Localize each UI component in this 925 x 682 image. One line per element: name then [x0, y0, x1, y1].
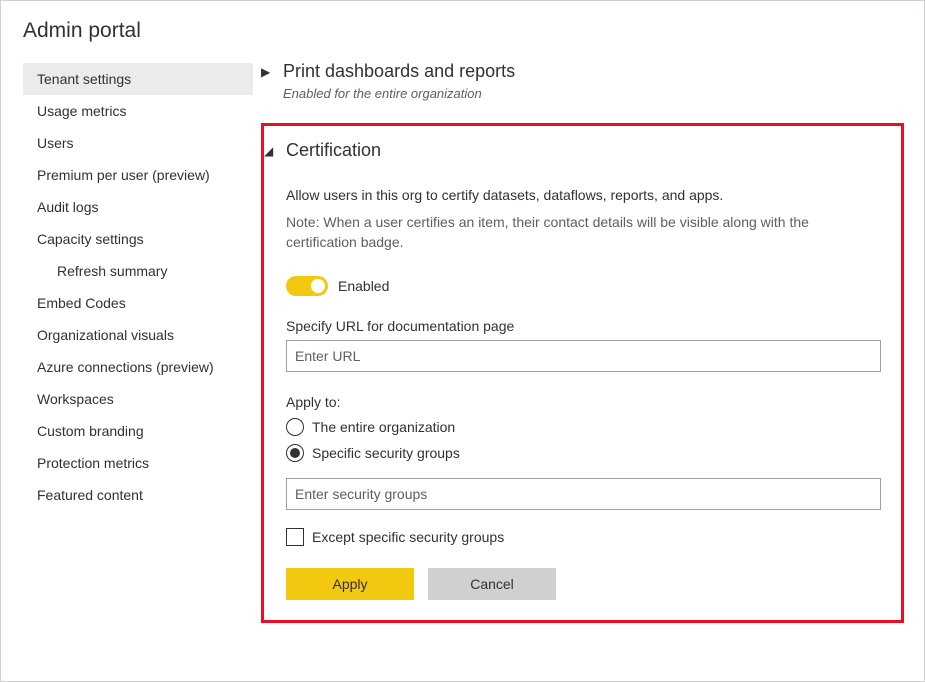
- radio-icon: [286, 418, 304, 436]
- enabled-toggle-row: Enabled: [286, 276, 881, 296]
- cancel-button[interactable]: Cancel: [428, 568, 556, 600]
- security-groups-field-group: [286, 478, 881, 510]
- print-section-header[interactable]: ▶ Print dashboards and reports: [261, 57, 904, 86]
- sidebar-item-custom-branding[interactable]: Custom branding: [23, 415, 253, 447]
- sidebar-item-workspaces[interactable]: Workspaces: [23, 383, 253, 415]
- radio-icon-selected: [286, 444, 304, 462]
- print-section: ▶ Print dashboards and reports Enabled f…: [261, 57, 904, 109]
- apply-to-label: Apply to:: [286, 394, 881, 410]
- apply-button[interactable]: Apply: [286, 568, 414, 600]
- toggle-knob: [311, 279, 325, 293]
- radio-specific-label: Specific security groups: [312, 445, 460, 461]
- sidebar-item-usage-metrics[interactable]: Usage metrics: [23, 95, 253, 127]
- print-section-title: Print dashboards and reports: [283, 61, 515, 82]
- checkbox-icon: [286, 528, 304, 546]
- caret-right-icon: ▶: [261, 65, 273, 79]
- admin-portal-page: Admin portal Tenant settings Usage metri…: [0, 0, 925, 682]
- certification-section: ◢ Certification Allow users in this org …: [264, 136, 881, 600]
- certification-description: Allow users in this org to certify datas…: [286, 187, 881, 203]
- certification-note: Note: When a user certifies an item, the…: [286, 213, 881, 252]
- sidebar-item-capacity-settings[interactable]: Capacity settings: [23, 223, 253, 255]
- documentation-url-input[interactable]: [286, 340, 881, 372]
- certification-header[interactable]: ◢ Certification: [264, 136, 881, 165]
- security-groups-input[interactable]: [286, 478, 881, 510]
- enabled-toggle-label: Enabled: [338, 278, 389, 294]
- except-groups-label: Except specific security groups: [312, 529, 504, 545]
- enabled-toggle[interactable]: [286, 276, 328, 296]
- radio-entire-label: The entire organization: [312, 419, 455, 435]
- certification-section-highlight: ◢ Certification Allow users in this org …: [261, 123, 904, 623]
- sidebar-item-featured-content[interactable]: Featured content: [23, 479, 253, 511]
- sidebar-item-refresh-summary[interactable]: Refresh summary: [23, 255, 253, 287]
- button-row: Apply Cancel: [286, 568, 881, 600]
- except-groups-checkbox-row[interactable]: Except specific security groups: [286, 528, 881, 546]
- sidebar-item-azure-connections[interactable]: Azure connections (preview): [23, 351, 253, 383]
- sidebar-item-embed-codes[interactable]: Embed Codes: [23, 287, 253, 319]
- sidebar-item-protection-metrics[interactable]: Protection metrics: [23, 447, 253, 479]
- print-section-status: Enabled for the entire organization: [283, 86, 904, 101]
- radio-entire-organization[interactable]: The entire organization: [286, 418, 881, 436]
- certification-title: Certification: [286, 140, 381, 161]
- page-body: Tenant settings Usage metrics Users Prem…: [1, 57, 924, 681]
- sidebar-item-users[interactable]: Users: [23, 127, 253, 159]
- sidebar: Tenant settings Usage metrics Users Prem…: [1, 57, 261, 681]
- sidebar-item-tenant-settings[interactable]: Tenant settings: [23, 63, 253, 95]
- sidebar-item-organizational-visuals[interactable]: Organizational visuals: [23, 319, 253, 351]
- caret-down-icon: ◢: [264, 144, 276, 158]
- radio-specific-groups[interactable]: Specific security groups: [286, 444, 881, 462]
- url-field-group: Specify URL for documentation page: [286, 318, 881, 372]
- page-title: Admin portal: [1, 1, 924, 57]
- sidebar-item-audit-logs[interactable]: Audit logs: [23, 191, 253, 223]
- main-content: ▶ Print dashboards and reports Enabled f…: [261, 57, 924, 681]
- certification-content: Allow users in this org to certify datas…: [286, 165, 881, 600]
- url-field-label: Specify URL for documentation page: [286, 318, 881, 334]
- radio-dot: [290, 448, 300, 458]
- sidebar-item-premium-per-user[interactable]: Premium per user (preview): [23, 159, 253, 191]
